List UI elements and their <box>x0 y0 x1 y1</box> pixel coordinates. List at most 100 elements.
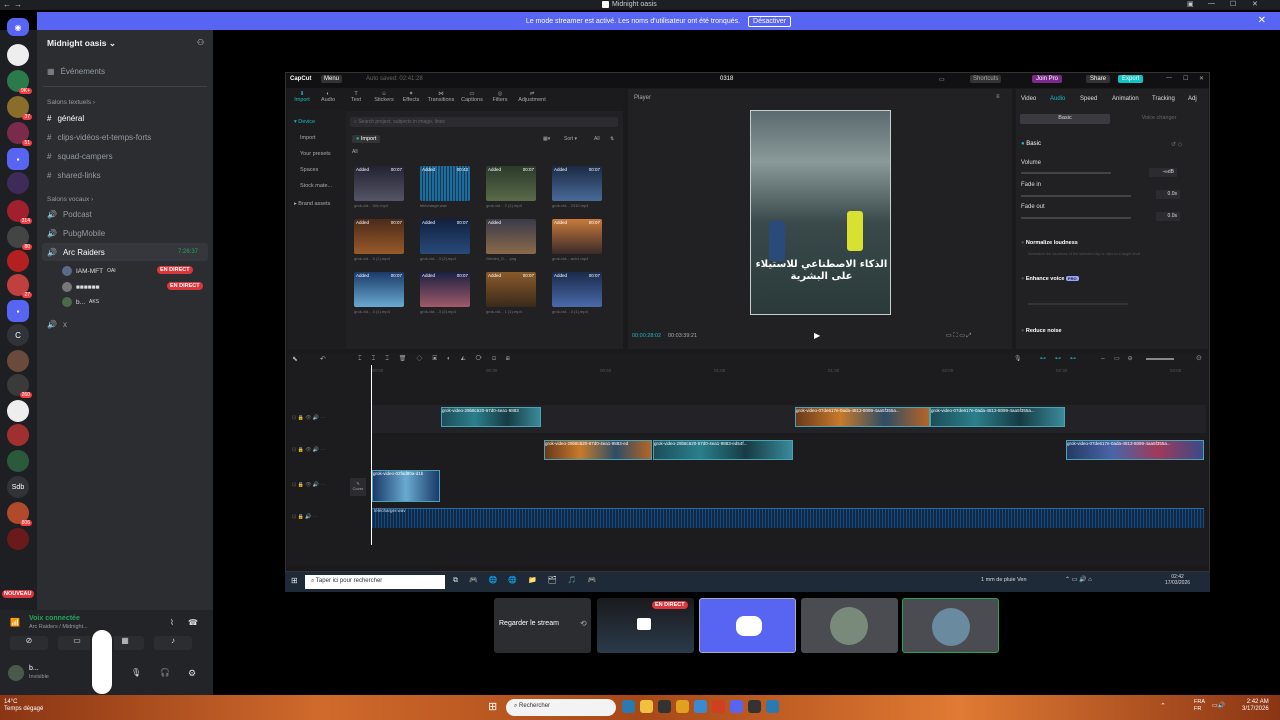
tray-icons[interactable]: ⌃ ▭ 🔊 ⌂ <box>1065 576 1092 583</box>
disable-streamer-button[interactable]: Désactiver <box>748 15 792 27</box>
taskbar-apps[interactable]: ⧉🎮🌐🌐📁🗂🎵🎮 <box>453 576 607 585</box>
weather-widget[interactable]: 14°C Temps dégagé <box>4 699 43 713</box>
zoom-slider[interactable] <box>1146 358 1174 360</box>
channel-shared[interactable]: # shared-links <box>47 171 101 180</box>
server-icon[interactable]: 9K+ <box>7 70 32 94</box>
media-item[interactable]: Added 00:07 <box>552 166 602 201</box>
server-midnight-oasis[interactable] <box>7 44 29 66</box>
join-pro-button[interactable]: Join Pro <box>1032 75 1063 83</box>
player-controls[interactable]: ▭ ⛶ ▭ ⤢ <box>946 332 971 340</box>
media-item[interactable]: Added 00:07 <box>552 272 602 307</box>
weather[interactable]: 1 mm de pluie Ven <box>981 577 1027 583</box>
windows-search-input[interactable]: ⌕ Rechercher <box>506 699 616 716</box>
discord-home-icon[interactable]: ◉ <box>7 18 29 36</box>
play-icon[interactable]: ▶ <box>814 331 820 340</box>
track-controls[interactable]: ⊡ 🔒 👁 🔊 ⋯ <box>292 482 326 488</box>
app-icon[interactable] <box>748 700 761 713</box>
edit-tools[interactable]: ⌶⌶⌶🗑◇▣◐◭⟳⊡⊞ <box>358 355 520 363</box>
select-tool-icon[interactable]: ⬉ <box>292 355 298 363</box>
fade-in-slider[interactable] <box>1021 195 1131 197</box>
track-controls[interactable]: ⊡ 🔒 🔊 ⋯ <box>292 514 318 520</box>
microphone-icon[interactable]: 🎙 <box>131 668 141 677</box>
side-device[interactable]: ▾ Device <box>294 119 315 125</box>
server-icon[interactable] <box>7 528 29 550</box>
enhance-slider[interactable] <box>1028 303 1128 305</box>
tab-stickers[interactable]: ☺ Stickers <box>370 91 398 103</box>
discord-user-tile[interactable] <box>699 598 796 653</box>
settings-icon[interactable]: ⚙ <box>188 668 196 679</box>
user-tile[interactable] <box>801 598 898 653</box>
noise-suppression-icon[interactable]: ⌇ <box>170 618 174 627</box>
fade-out-value[interactable]: 0.0s <box>1156 212 1180 221</box>
server-icon[interactable]: 806 <box>7 502 32 526</box>
server-name[interactable]: Midnight oasis ⌄ <box>47 38 116 49</box>
channel-squad[interactable]: # squad-campers <box>47 152 113 161</box>
volume-slider[interactable] <box>1021 172 1111 174</box>
preview-frame[interactable]: الذكاء الاصطناعي للاستيلاء على البشرية <box>750 110 891 315</box>
windows-start-icon[interactable]: ⊞ <box>291 576 298 585</box>
menu-button[interactable]: Menu <box>321 75 343 83</box>
reduce-noise-toggle[interactable]: ● Reduce noise <box>1021 328 1062 334</box>
banner-close-icon[interactable]: ✕ <box>1258 15 1266 26</box>
track-controls[interactable]: ⊡ 🔒 👁 🔊 ⋯ <box>292 447 326 453</box>
side-brand[interactable]: ▸ Brand assets <box>294 201 330 207</box>
file-explorer-icon[interactable] <box>640 700 653 713</box>
fade-in-value[interactable]: 0.0s <box>1156 190 1180 199</box>
language-indicator[interactable]: FRA FR <box>1194 699 1205 712</box>
tab-filters[interactable]: ◎ Filters <box>488 91 512 103</box>
channel-clips[interactable]: # clips-vidéos-et-temps-forts <box>47 133 151 142</box>
channel-general[interactable]: # général <box>47 114 84 123</box>
export-button[interactable]: Export <box>1118 75 1144 83</box>
media-item[interactable]: Added 00:07 <box>354 219 404 254</box>
view-icon[interactable]: ▦▾ <box>543 136 550 142</box>
server-icon[interactable]: 314 <box>7 200 32 224</box>
camera-off-button[interactable]: ⊘ <box>10 636 48 650</box>
server-icon[interactable] <box>7 250 29 272</box>
maximize-icon[interactable]: ☐ <box>1183 75 1188 82</box>
normalize-toggle[interactable]: ● Normalize loudness <box>1021 240 1078 246</box>
subtab-voice-changer[interactable]: Voice changer <box>1114 114 1204 124</box>
voice-channel-x[interactable]: 🔊 x <box>47 320 67 329</box>
add-member-icon[interactable]: ⚇ <box>197 38 204 47</box>
edge-icon[interactable] <box>622 700 635 713</box>
server-icon[interactable]: 260 <box>7 374 32 398</box>
timeline-clip[interactable]: grok-video-07de617e-0ada-4813-8099-4aa5f… <box>795 407 930 427</box>
discord-icon[interactable] <box>730 700 743 713</box>
reset-icon[interactable]: ↺ ◇ <box>1171 141 1182 148</box>
inbox-icon[interactable]: ▣ <box>1187 0 1194 8</box>
side-presets[interactable]: Your presets <box>300 151 331 157</box>
tab-text[interactable]: T Text <box>344 91 368 103</box>
zoom-tools[interactable]: ⇔▭⊖ <box>1100 355 1141 362</box>
forward-icon[interactable]: → <box>14 0 22 9</box>
tab-video[interactable]: Video <box>1021 96 1036 102</box>
app-icon[interactable] <box>658 700 671 713</box>
voice-channel-podcast[interactable]: 🔊 Podcast <box>47 210 92 219</box>
folder-icon[interactable]: ▪ <box>7 300 29 322</box>
timeline-settings-icon[interactable]: ⊙ <box>1196 354 1202 362</box>
voice-channel-pubg[interactable]: 🔊 PubgMobile <box>47 229 105 238</box>
tray-icons[interactable]: ▭🔊 <box>1212 702 1225 709</box>
side-import[interactable]: Import <box>300 135 316 141</box>
tab-adj[interactable]: Adj <box>1188 96 1197 102</box>
tab-speed[interactable]: Speed <box>1080 96 1097 102</box>
enhance-toggle[interactable]: ● Enhance voice PRO <box>1021 276 1079 282</box>
playhead[interactable] <box>371 365 372 545</box>
close-icon[interactable]: ✕ <box>1252 0 1258 8</box>
tab-captions[interactable]: ▭ Captions <box>458 91 486 103</box>
media-item[interactable]: Added 00:07 <box>354 166 404 201</box>
media-item[interactable]: Added 00:07 <box>486 272 536 307</box>
user-tile-speaking[interactable] <box>902 598 999 653</box>
server-icon[interactable] <box>7 350 29 372</box>
brave-icon[interactable] <box>712 700 725 713</box>
import-button[interactable]: ● Import <box>352 135 381 143</box>
server-icon[interactable] <box>7 400 29 422</box>
windows-start-icon[interactable]: ⊞ <box>488 700 497 713</box>
tab-import[interactable]: ⬇ Import <box>290 91 314 103</box>
media-item[interactable]: Added 00:43 <box>420 166 470 201</box>
voice-user[interactable]: ■■■■■■ <box>62 282 100 292</box>
media-search-input[interactable]: ⌕ Search project, subjects in image, lin… <box>350 117 618 127</box>
mic-icon[interactable]: 🎙 <box>1014 355 1022 362</box>
server-icon[interactable]: 37 <box>7 96 32 120</box>
media-item[interactable]: Added <box>486 219 536 254</box>
server-sdb[interactable]: Sdb <box>7 476 29 498</box>
